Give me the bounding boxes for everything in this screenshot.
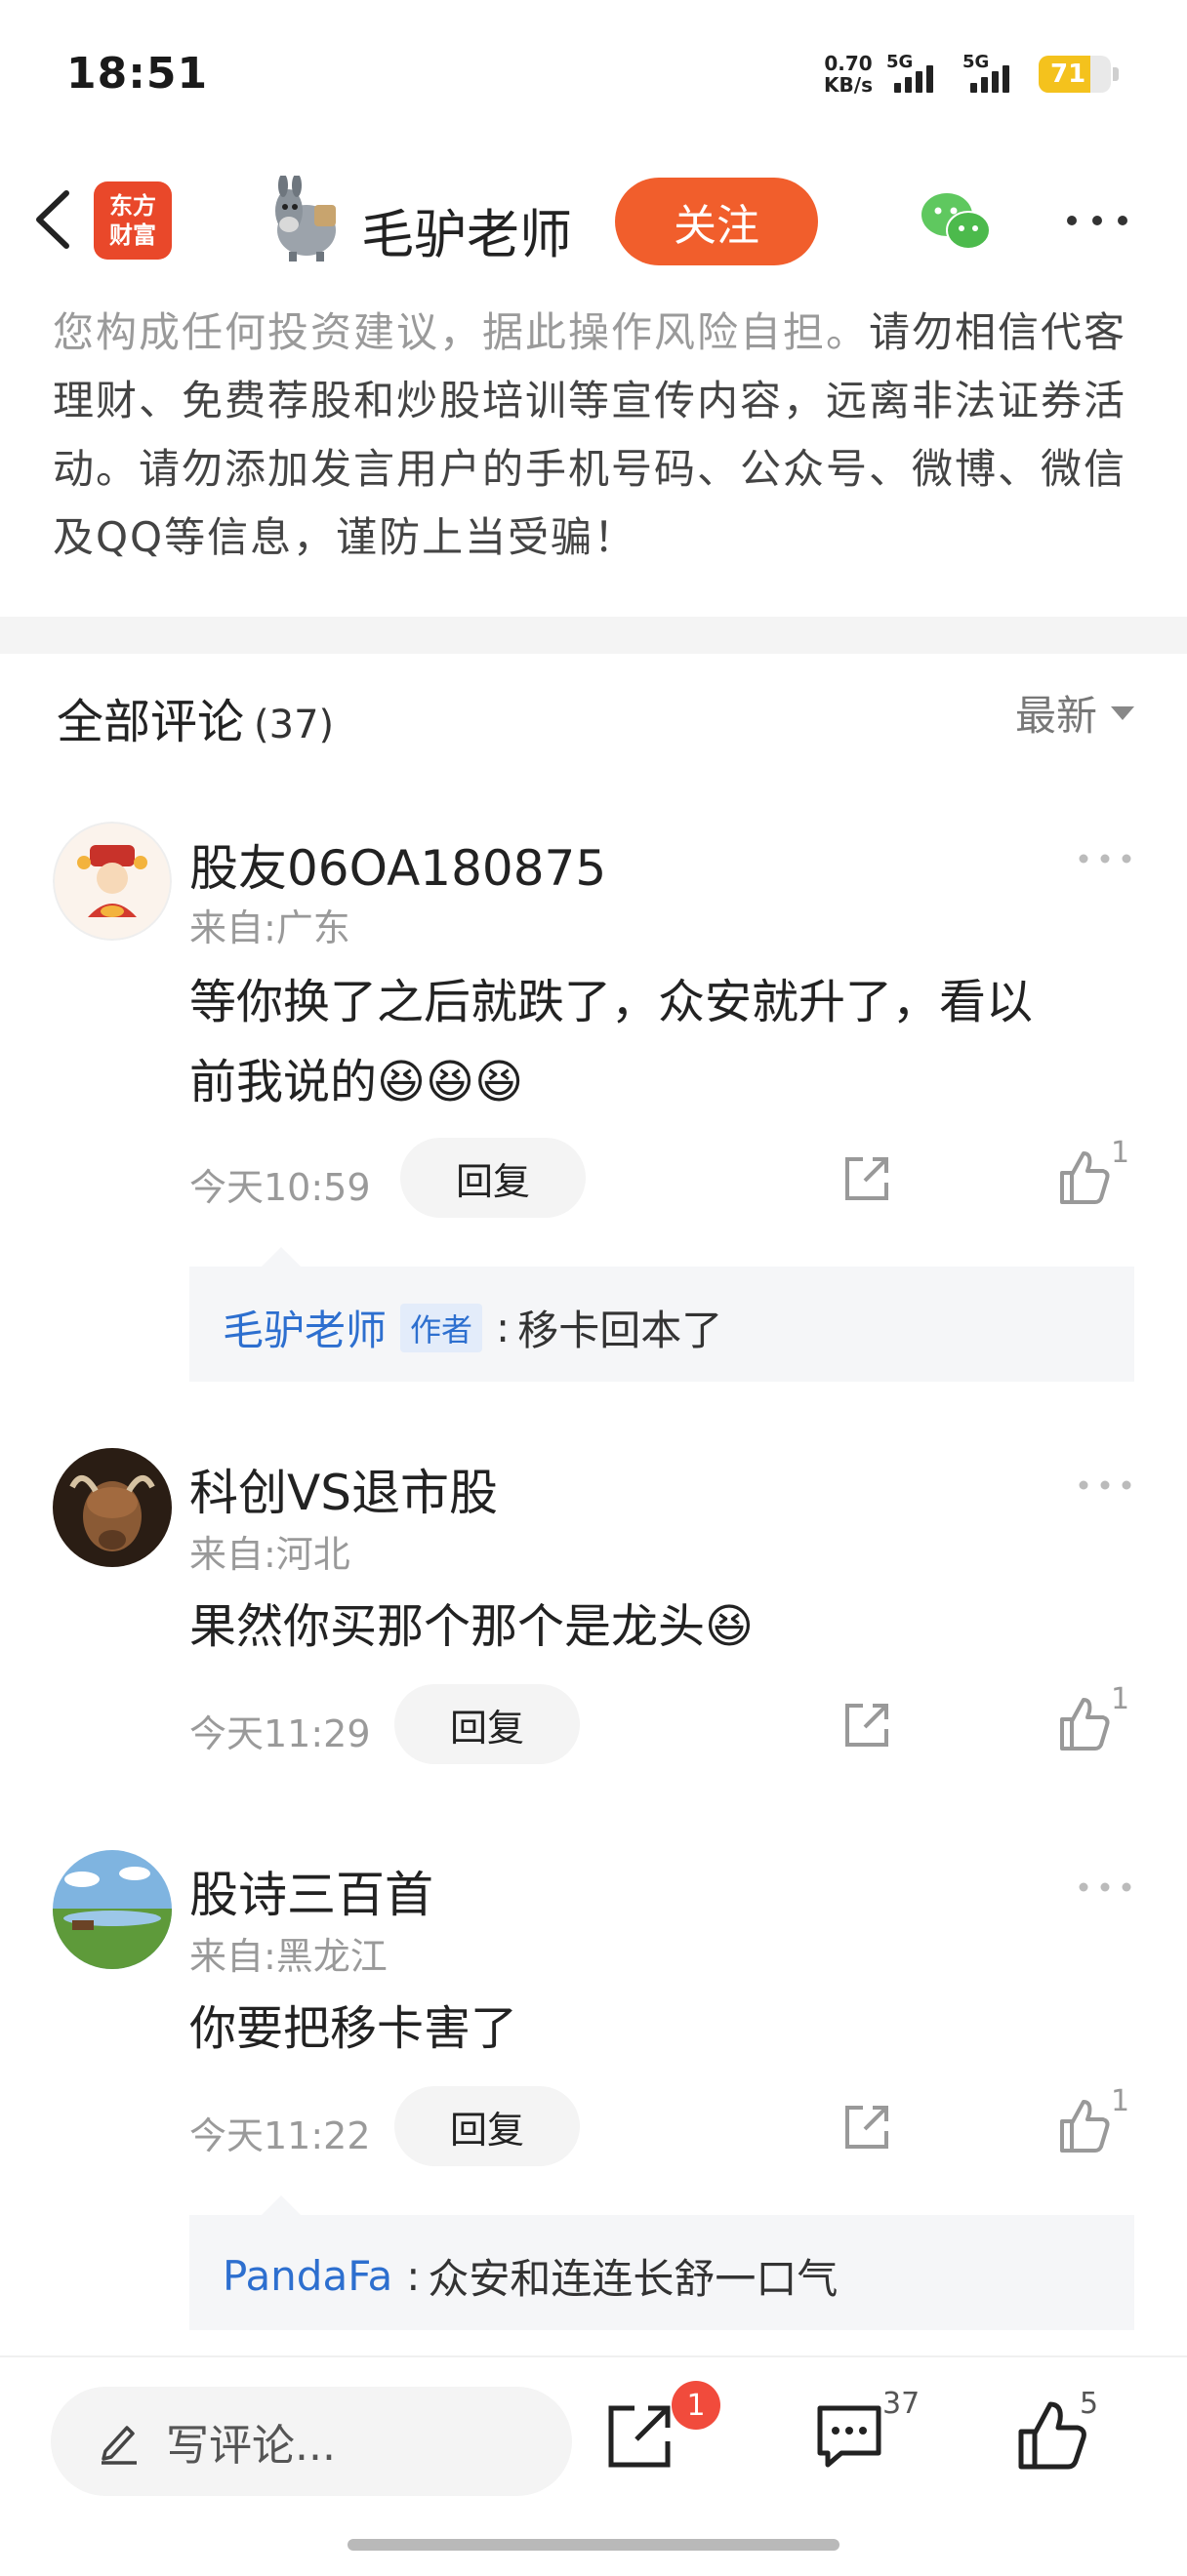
status-time: 18:51 (66, 49, 209, 99)
reply-box[interactable]: 毛驴老师 作者 : 移卡回本了 (189, 1247, 1134, 1382)
app-header: 东方 财富 毛驴老师 关注 (0, 156, 1187, 283)
comment-text: 等你换了之后就跌了，众安就升了，看以 前我说的😆😆😆 (189, 975, 1034, 1109)
like-button[interactable]: 1 (1056, 2084, 1134, 2164)
like-count: 1 (1111, 1136, 1130, 1170)
comment-icon[interactable] (812, 2398, 886, 2473)
avatar[interactable] (53, 1448, 172, 1567)
reply-text: 众安和连连长舒一口气 (428, 2255, 839, 2303)
comment-text: 你要把移卡害了 (189, 2001, 518, 2056)
back-icon[interactable] (25, 185, 84, 254)
share-icon[interactable] (603, 2398, 677, 2473)
network-speed-unit: KB/s (824, 73, 873, 97)
avatar[interactable] (53, 822, 172, 941)
status-indicators: 0.70 KB/s 5G 5G 71 (824, 52, 1119, 96)
chevron-down-icon (1111, 705, 1134, 720)
comment-username[interactable]: 股诗三百首 (189, 1856, 433, 1926)
avatar[interactable] (53, 1850, 172, 1969)
battery-level: 71 (1050, 60, 1086, 89)
signal-icon-sim1: 5G (886, 52, 949, 93)
more-icon[interactable] (1066, 215, 1128, 226)
risk-disclaimer: 您构成任何投资建议，据此操作风险自担。请勿相信代客理财、免费荐股和炒股培训等宣传… (53, 299, 1138, 572)
like-icon[interactable] (1015, 2398, 1089, 2473)
like-count: 5 (1080, 2387, 1099, 2421)
like-button[interactable]: 1 (1056, 1682, 1134, 1762)
comments-title: 全部评论 (37) (57, 695, 335, 749)
like-icon (1060, 1698, 1110, 1751)
section-divider (0, 617, 1187, 654)
signal-icon-sim2: 5G (962, 52, 1025, 93)
like-count: 1 (1111, 2084, 1130, 2118)
comment-count: 37 (882, 2387, 921, 2421)
like-button[interactable]: 1 (1056, 1136, 1134, 1216)
reply-button[interactable]: 回复 (394, 1684, 580, 1764)
more-icon[interactable] (1078, 1479, 1132, 1491)
comment-username[interactable]: 股友06OA180875 (189, 829, 606, 900)
reply-button[interactable]: 回复 (400, 1138, 586, 1218)
comment-username[interactable]: 科创VS退市股 (189, 1454, 498, 1524)
network-speed-value: 0.70 (824, 52, 873, 75)
home-indicator[interactable] (348, 2539, 839, 2551)
comment-time: 今天11:29 (189, 1712, 371, 1755)
network-speed: 0.70 KB/s (824, 53, 873, 96)
wechat-icon[interactable] (920, 189, 994, 254)
comment-time: 今天10:59 (189, 1166, 371, 1209)
comment-time: 今天11:22 (189, 2114, 371, 2157)
pencil-icon (102, 2426, 137, 2465)
comment-text: 果然你买那个那个是龙头😆 (189, 1599, 755, 1654)
disclaimer-muted: 您构成任何投资建议，据此操作风险自担。 (53, 308, 870, 356)
app-logo[interactable]: 东方 财富 (94, 181, 172, 260)
battery-indicator: 71 (1039, 56, 1111, 93)
like-icon (1060, 2100, 1110, 2153)
like-count: 1 (1111, 1682, 1130, 1716)
status-bar: 18:51 0.70 KB/s 5G 5G 71 (0, 0, 1187, 146)
comments-count: (37) (254, 703, 335, 747)
reply-text: 移卡回本了 (517, 1307, 723, 1354)
share-icon[interactable] (839, 1151, 894, 1206)
more-icon[interactable] (1078, 853, 1132, 865)
author-name[interactable]: 毛驴老师 (361, 191, 572, 268)
donkey-avatar[interactable] (260, 176, 344, 263)
comment-location: 来自:黑龙江 (189, 1935, 388, 1978)
write-comment-placeholder: 写评论... (166, 2421, 336, 2471)
share-icon[interactable] (839, 1698, 894, 1752)
like-icon (1060, 1151, 1110, 1204)
comment-location: 来自:广东 (189, 906, 350, 949)
sort-select[interactable]: 最新 (1015, 683, 1134, 743)
author-badge: 作者 (400, 1303, 483, 1352)
write-comment-input[interactable]: 写评论... (51, 2387, 572, 2496)
share-icon[interactable] (839, 2100, 894, 2154)
share-badge: 1 (672, 2381, 720, 2430)
reply-author[interactable]: PandaFa (223, 2252, 392, 2300)
comment-location: 来自:河北 (189, 1533, 350, 1576)
reply-button[interactable]: 回复 (394, 2086, 580, 2166)
follow-button[interactable]: 关注 (615, 178, 818, 265)
reply-box[interactable]: PandaFa : 众安和连连长舒一口气 (189, 2195, 1134, 2330)
reply-author[interactable]: 毛驴老师 (223, 1298, 387, 1357)
more-icon[interactable] (1078, 1881, 1132, 1893)
